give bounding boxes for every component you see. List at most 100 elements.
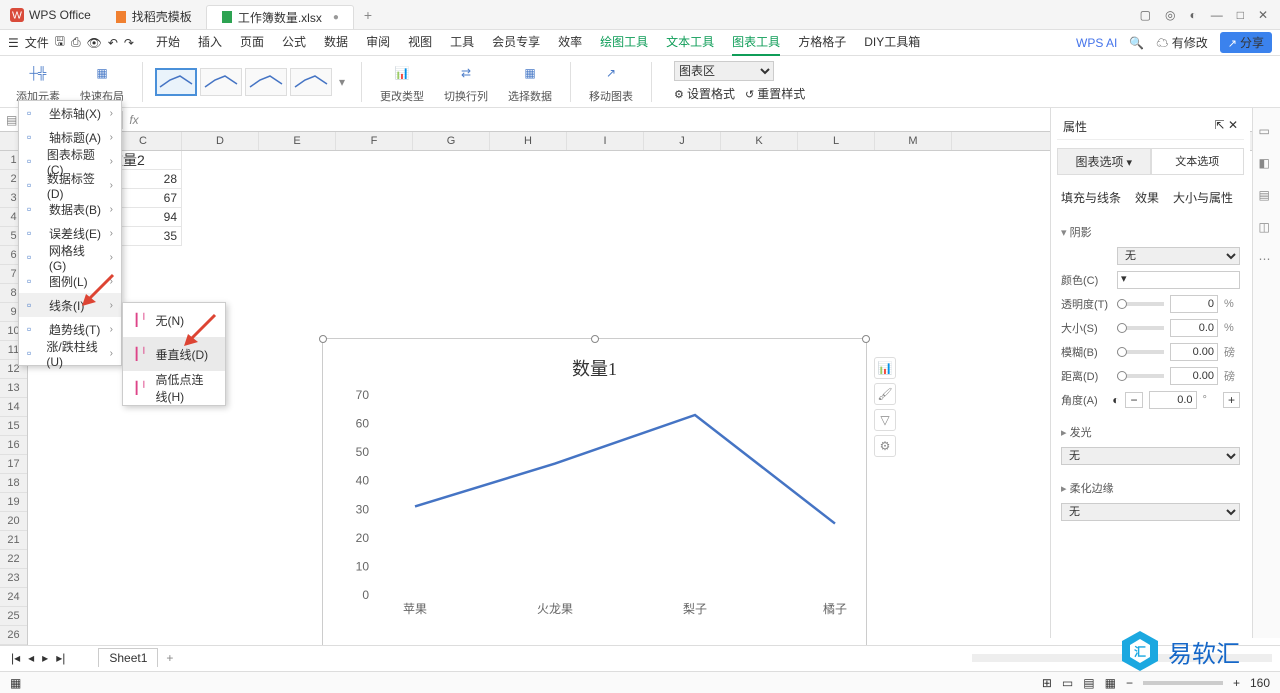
chart-settings-icon[interactable]: ⚙ [874, 435, 896, 457]
select-data-button[interactable]: ▦选择数据 [502, 60, 558, 104]
redo-icon[interactable]: ↷ [124, 36, 134, 50]
row-head[interactable]: 15 [0, 417, 27, 436]
col-head[interactable]: D [182, 132, 259, 150]
size-input[interactable] [1170, 319, 1218, 337]
chart-filter-icon[interactable]: ▽ [874, 409, 896, 431]
menu-tab-绘图工具[interactable]: 绘图工具 [600, 29, 648, 56]
subtab-fill[interactable]: 填充与线条 [1061, 189, 1121, 206]
zoom-value[interactable]: 160 [1250, 676, 1270, 690]
menu-tab-页面[interactable]: 页面 [240, 29, 264, 56]
chart-style-1[interactable] [155, 68, 197, 96]
menu-icon[interactable]: ☰ [8, 36, 19, 50]
transparency-input[interactable] [1170, 295, 1218, 313]
dd-item-axis[interactable]: ▫坐标轴(X)› [19, 101, 121, 125]
blur-slider[interactable] [1117, 350, 1164, 354]
styles-more-icon[interactable]: ▾ [335, 75, 349, 89]
avatar-icon[interactable]: ◐ [1189, 8, 1196, 22]
globe-icon[interactable]: ◎ [1165, 8, 1175, 22]
angle-plus[interactable]: + [1223, 392, 1240, 408]
tool-style-icon[interactable]: ◧ [1259, 156, 1275, 172]
tab-templates[interactable]: 找稻壳模板 [101, 5, 206, 29]
angle-dial[interactable]: ◐ [1112, 393, 1119, 407]
menu-tab-图表工具[interactable]: 图表工具 [732, 29, 780, 56]
calc-icon[interactable]: ⊞ [1042, 676, 1052, 690]
shadow-preset[interactable]: 无 [1117, 247, 1240, 265]
props-close-icon[interactable]: ✕ [1228, 118, 1238, 132]
subtab-size[interactable]: 大小与属性 [1173, 189, 1233, 206]
collapse-icon[interactable]: ▤ [6, 113, 17, 127]
add-sheet-button[interactable]: + [158, 651, 181, 665]
menu-tab-方格格子[interactable]: 方格格子 [798, 29, 846, 56]
chart-style-3[interactable] [245, 68, 287, 96]
angle-minus[interactable]: − [1125, 392, 1142, 408]
chart-style-4[interactable] [290, 68, 332, 96]
blur-input[interactable] [1170, 343, 1218, 361]
search-icon[interactable]: 🔍 [1129, 36, 1144, 50]
panel-icon[interactable]: ▢ [1140, 8, 1151, 22]
switch-rc-button[interactable]: ⇄切换行列 [438, 60, 494, 104]
glow-preset[interactable]: 无 [1061, 447, 1240, 465]
dd-item-data-label[interactable]: ▫数据标签(D)› [19, 173, 121, 197]
angle-input[interactable] [1149, 391, 1197, 409]
menu-tab-效率[interactable]: 效率 [558, 29, 582, 56]
pin-icon[interactable]: ⇱ [1215, 118, 1225, 132]
quick-layout-button[interactable]: ▦ 快速布局 [74, 60, 130, 104]
size-slider[interactable] [1117, 326, 1164, 330]
chart-area-select[interactable]: 图表区 [674, 61, 774, 81]
save-icon[interactable]: 🖫 [55, 32, 65, 53]
dd-item-data-table[interactable]: ▫数据表(B)› [19, 197, 121, 221]
zoom-in-icon[interactable]: + [1233, 676, 1240, 690]
undo-icon[interactable]: ↶ [108, 36, 118, 50]
tool-chart-icon[interactable]: ◫ [1259, 220, 1275, 236]
menu-tab-公式[interactable]: 公式 [282, 29, 306, 56]
row-head[interactable]: 25 [0, 607, 27, 626]
subtab-effects[interactable]: 效果 [1135, 189, 1159, 206]
shadow-section[interactable]: 阴影 [1057, 220, 1244, 244]
tab-workbook[interactable]: 工作簿数量.xlsx ● [206, 5, 354, 29]
row-head[interactable]: 24 [0, 588, 27, 607]
menu-tab-插入[interactable]: 插入 [198, 29, 222, 56]
col-head[interactable]: E [259, 132, 336, 150]
maximize-icon[interactable]: □ [1237, 8, 1244, 22]
row-head[interactable]: 18 [0, 474, 27, 493]
row-head[interactable]: 14 [0, 398, 27, 417]
soft-edges-section[interactable]: 柔化边缘 [1057, 476, 1244, 500]
menu-tab-视图[interactable]: 视图 [408, 29, 432, 56]
row-head[interactable]: 22 [0, 550, 27, 569]
file-menu[interactable]: 文件 [25, 34, 49, 51]
set-format-button[interactable]: ⚙ 设置格式 [674, 85, 735, 102]
col-head[interactable]: L [798, 132, 875, 150]
chart-title[interactable]: 数量1 [323, 339, 866, 381]
chart-style-2[interactable] [200, 68, 242, 96]
col-head[interactable]: M [875, 132, 952, 150]
menu-tab-工具[interactable]: 工具 [450, 29, 474, 56]
distance-input[interactable] [1170, 367, 1218, 385]
menu-tab-开始[interactable]: 开始 [156, 29, 180, 56]
tool-select-icon[interactable]: ▭ [1259, 124, 1275, 140]
add-element-button[interactable]: ┼╬ 添加元素 [10, 60, 66, 104]
row-head[interactable]: 16 [0, 436, 27, 455]
wps-ai[interactable]: WPS AI [1076, 36, 1117, 50]
chart-styles-icon[interactable]: 🖌 [874, 383, 896, 405]
row-head[interactable]: 26 [0, 626, 27, 645]
transparency-slider[interactable] [1117, 302, 1164, 306]
col-head[interactable]: G [413, 132, 490, 150]
sheet-nav[interactable]: |◂◂▸▸| [8, 651, 68, 665]
view-normal-icon[interactable]: ▭ [1062, 676, 1073, 690]
tool-more-icon[interactable]: ⋯ [1259, 252, 1275, 268]
col-head[interactable]: I [567, 132, 644, 150]
chart-object[interactable]: 数量1 010203040506070苹果火龙果梨子橘子 数量1 📊 🖌 ▽ ⚙ [322, 338, 867, 656]
share-button[interactable]: ↗ 分享 [1220, 32, 1272, 53]
menu-tab-审阅[interactable]: 审阅 [366, 29, 390, 56]
zoom-slider[interactable] [1143, 681, 1223, 685]
col-head[interactable]: J [644, 132, 721, 150]
close-icon[interactable]: ✕ [1258, 8, 1268, 22]
dd-item-gridlines[interactable]: ▫网格线(G)› [19, 245, 121, 269]
menu-tab-文本工具[interactable]: 文本工具 [666, 29, 714, 56]
soft-preset[interactable]: 无 [1061, 503, 1240, 521]
move-chart-button[interactable]: ↗移动图表 [583, 60, 639, 104]
row-head[interactable]: 23 [0, 569, 27, 588]
row-head[interactable]: 19 [0, 493, 27, 512]
col-head[interactable]: K [721, 132, 798, 150]
view-page-icon[interactable]: ▤ [1083, 676, 1094, 690]
